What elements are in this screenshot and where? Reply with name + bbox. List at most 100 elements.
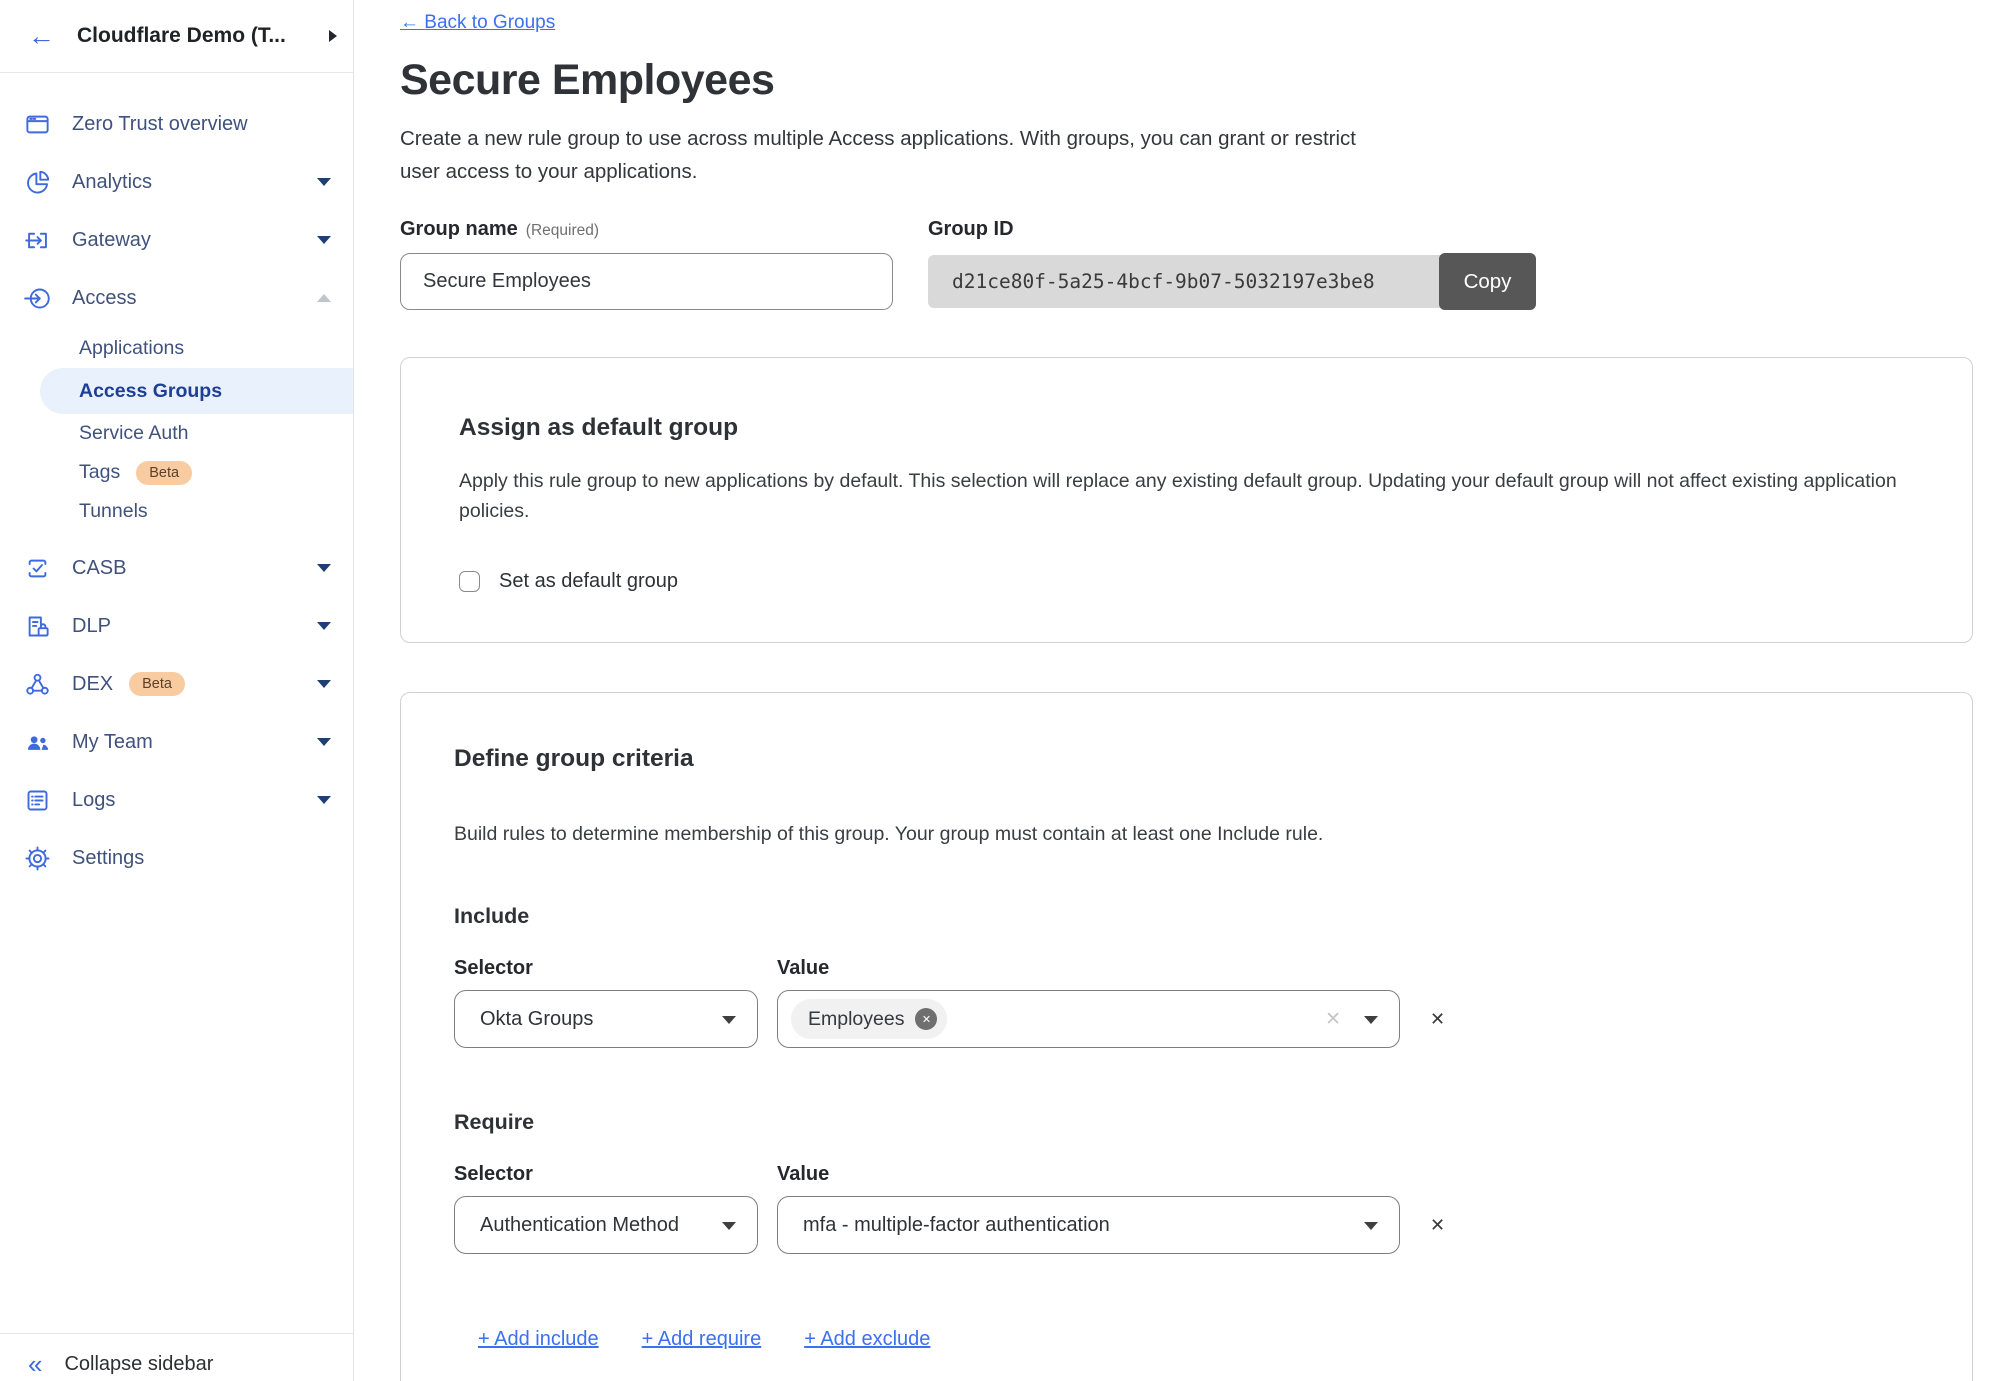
sidebar-item-label: DLP: [72, 615, 111, 638]
chip-remove-icon[interactable]: ✕: [915, 1008, 937, 1030]
sidebar-item-analytics[interactable]: Analytics: [0, 153, 353, 211]
document-lock-icon: [24, 613, 51, 640]
group-meta-row: Group name(Required) Group ID d21ce80f-5…: [400, 218, 1973, 310]
sidebar-item-access[interactable]: Access: [0, 269, 353, 327]
chevron-down-icon: [1364, 1222, 1378, 1230]
criteria-card-description: Build rules to determine membership of t…: [454, 823, 1919, 846]
sidebar-item-tags[interactable]: Tags Beta: [0, 453, 353, 492]
sidebar-item-gateway[interactable]: Gateway: [0, 211, 353, 269]
sidebar-item-label: Access Groups: [79, 380, 222, 403]
sidebar-item-label: My Team: [72, 731, 153, 754]
beta-badge: Beta: [136, 461, 192, 485]
window-icon: [24, 111, 51, 138]
access-icon: [24, 285, 51, 312]
back-arrow-icon: ←: [400, 12, 419, 33]
sidebar-item-label: DEX: [72, 673, 113, 696]
sidebar-item-label: Gateway: [72, 229, 151, 252]
set-default-checkbox-label: Set as default group: [499, 570, 678, 593]
require-heading: Require: [454, 1110, 1919, 1135]
sidebar-item-service-auth[interactable]: Service Auth: [0, 414, 353, 453]
account-name[interactable]: Cloudflare Demo (T...: [77, 24, 329, 48]
pie-chart-icon: [24, 169, 51, 196]
remove-include-rule-icon[interactable]: ✕: [1430, 1009, 1445, 1030]
group-id-value: d21ce80f-5a25-4bcf-9b07-5032197e3be8: [928, 255, 1441, 308]
back-to-groups-link[interactable]: ← Back to Groups: [400, 12, 555, 34]
require-value-label: Value: [777, 1163, 1400, 1186]
set-default-checkbox[interactable]: [459, 571, 480, 592]
chevron-down-icon[interactable]: [317, 564, 331, 572]
sidebar-item-label: Service Auth: [79, 422, 188, 445]
chevron-down-icon[interactable]: [317, 236, 331, 244]
sidebar-item-label: Logs: [72, 789, 115, 812]
require-selector-value: Authentication Method: [480, 1214, 679, 1237]
access-subnav: Applications Access Groups Service Auth …: [0, 329, 353, 531]
zero-trust-dashboard: ← Cloudflare Demo (T... Zero Trust overv…: [0, 0, 1999, 1381]
back-link-label: Back to Groups: [424, 12, 555, 33]
include-value-label: Value: [777, 957, 1400, 980]
chevron-down-icon[interactable]: [317, 738, 331, 746]
sidebar-item-dlp[interactable]: DLP: [0, 597, 353, 655]
require-selector-dropdown[interactable]: Authentication Method: [454, 1196, 758, 1254]
sidebar: ← Cloudflare Demo (T... Zero Trust overv…: [0, 0, 354, 1381]
require-value-dropdown[interactable]: mfa - multiple-factor authentication: [777, 1196, 1400, 1254]
group-id-field-wrap: Group ID d21ce80f-5a25-4bcf-9b07-5032197…: [928, 218, 1536, 310]
add-require-link[interactable]: + Add require: [642, 1328, 762, 1351]
sidebar-item-label: Applications: [79, 337, 184, 360]
collapse-sidebar-label: Collapse sidebar: [64, 1353, 213, 1376]
require-rule-block: Require Selector Value Authentication Me…: [454, 1110, 1919, 1254]
criteria-card: Define group criteria Build rules to det…: [400, 692, 1973, 1381]
back-arrow-icon[interactable]: ←: [28, 23, 55, 50]
include-selector-dropdown[interactable]: Okta Groups: [454, 990, 758, 1048]
beta-badge: Beta: [129, 672, 185, 696]
sidebar-item-label: Zero Trust overview: [72, 113, 248, 136]
sidebar-item-access-groups[interactable]: Access Groups: [0, 368, 353, 414]
include-value-multiselect[interactable]: Employees ✕ ✕: [777, 990, 1400, 1048]
sidebar-nav: Zero Trust overview Analytics Gateway: [0, 73, 353, 887]
add-include-link[interactable]: + Add include: [478, 1328, 599, 1351]
chevron-down-icon[interactable]: [317, 680, 331, 688]
group-name-label: Group name: [400, 218, 518, 240]
sidebar-item-tunnels[interactable]: Tunnels: [0, 492, 353, 531]
default-group-card-title: Assign as default group: [459, 414, 1914, 442]
remove-require-rule-icon[interactable]: ✕: [1430, 1215, 1445, 1236]
active-pill: Access Groups: [40, 368, 353, 414]
sidebar-item-applications[interactable]: Applications: [0, 329, 353, 368]
add-rule-actions: + Add include + Add require + Add exclud…: [454, 1328, 1919, 1351]
page-title: Secure Employees: [400, 56, 1973, 105]
sidebar-item-zero-trust-overview[interactable]: Zero Trust overview: [0, 95, 353, 153]
chevron-right-icon[interactable]: [329, 30, 337, 42]
copy-button[interactable]: Copy: [1439, 253, 1536, 310]
sidebar-item-label: Analytics: [72, 171, 152, 194]
add-exclude-link[interactable]: + Add exclude: [804, 1328, 930, 1351]
sidebar-item-logs[interactable]: Logs: [0, 771, 353, 829]
criteria-card-title: Define group criteria: [454, 745, 1919, 773]
chevron-down-icon[interactable]: [317, 178, 331, 186]
value-chip: Employees ✕: [791, 999, 947, 1039]
sidebar-item-my-team[interactable]: My Team: [0, 713, 353, 771]
require-value-text: mfa - multiple-factor authentication: [803, 1214, 1110, 1237]
require-selector-label: Selector: [454, 1163, 758, 1186]
group-name-input[interactable]: [400, 253, 893, 310]
double-chevron-left-icon: «: [28, 1354, 42, 1375]
gateway-icon: [24, 227, 51, 254]
sidebar-item-casb[interactable]: CASB: [0, 539, 353, 597]
chevron-down-icon: [1364, 1016, 1378, 1024]
sidebar-item-label: Access: [72, 287, 136, 310]
chevron-down-icon: [722, 1222, 736, 1230]
sidebar-header: ← Cloudflare Demo (T...: [0, 0, 353, 73]
main-content: ← Back to Groups Secure Employees Create…: [355, 0, 1999, 1381]
chevron-up-icon[interactable]: [317, 294, 331, 302]
logs-icon: [24, 787, 51, 814]
sidebar-item-label: Tags: [79, 461, 120, 484]
sidebar-item-dex[interactable]: DEX Beta: [0, 655, 353, 713]
sidebar-item-settings[interactable]: Settings: [0, 829, 353, 887]
casb-icon: [24, 555, 51, 582]
default-group-card: Assign as default group Apply this rule …: [400, 357, 1973, 643]
chevron-down-icon[interactable]: [317, 622, 331, 630]
clear-values-icon[interactable]: ✕: [1325, 1008, 1341, 1031]
group-id-label: Group ID: [928, 218, 1014, 240]
include-heading: Include: [454, 904, 1919, 929]
network-nodes-icon: [24, 671, 51, 698]
chevron-down-icon[interactable]: [317, 796, 331, 804]
collapse-sidebar[interactable]: « Collapse sidebar: [0, 1333, 353, 1381]
